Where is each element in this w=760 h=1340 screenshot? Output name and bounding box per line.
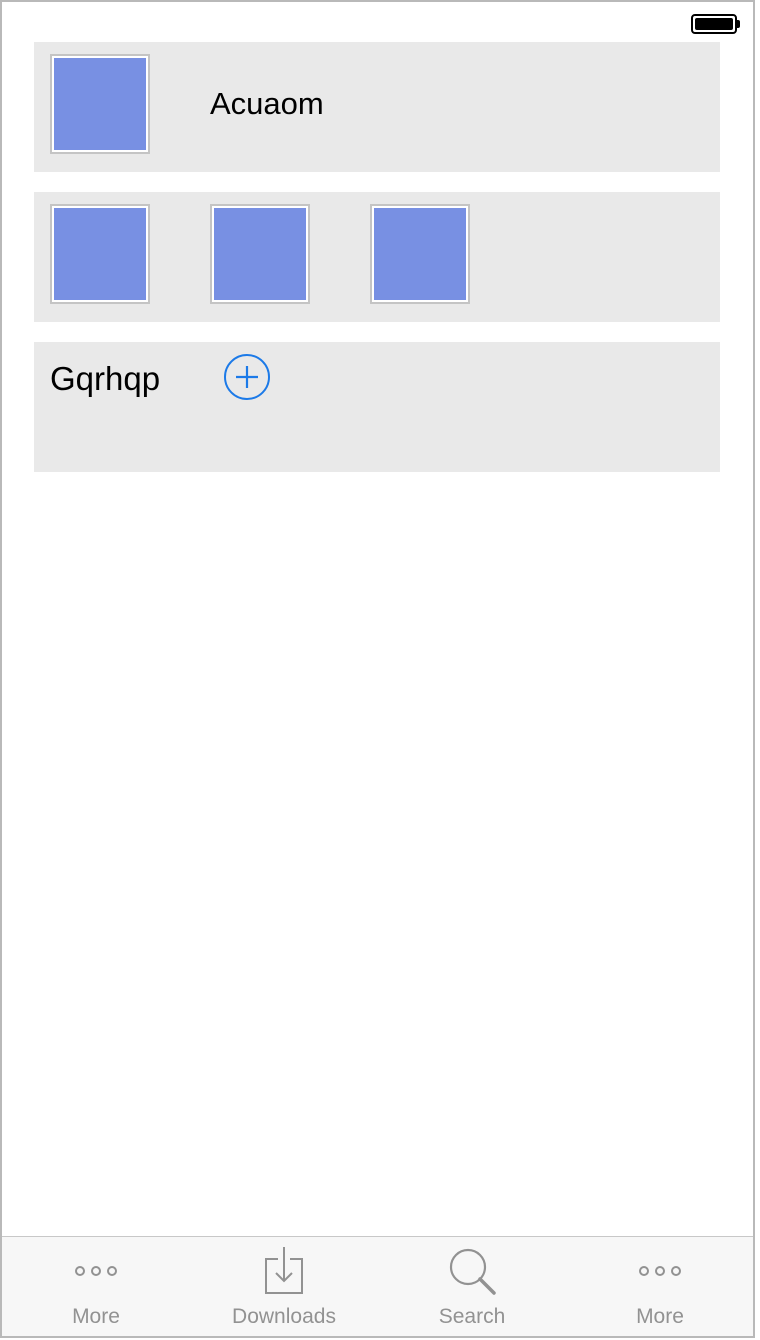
plus-circle-icon [236, 366, 258, 388]
tab-search[interactable]: Search [378, 1237, 566, 1336]
tab-label: Search [438, 1305, 506, 1328]
downloads-icon [254, 1245, 314, 1301]
tab-label: More [636, 1305, 684, 1328]
tab-label: More [72, 1305, 120, 1328]
thumbnail-image [54, 208, 146, 300]
tab-label: Downloads [232, 1305, 336, 1328]
gallery-thumbnail-2[interactable] [210, 204, 310, 304]
thumbnail-image [374, 208, 466, 300]
header-item-title: Acuaom [210, 86, 324, 121]
battery-icon [691, 14, 737, 34]
more-icon [66, 1245, 126, 1301]
header-item-card[interactable]: Acuaom [34, 42, 720, 172]
gallery-thumbnail-1[interactable] [50, 204, 150, 304]
device-frame: Acuaom Gqrhqp More Downloads Search More [0, 0, 755, 1338]
tab-more-2[interactable]: More [566, 1237, 753, 1336]
thumbnail-image [54, 58, 146, 150]
tab-more-1[interactable]: More [2, 1237, 190, 1336]
more-icon [630, 1245, 690, 1301]
section-card: Gqrhqp [34, 342, 720, 472]
header-item-thumbnail[interactable] [50, 54, 150, 154]
battery-fill [695, 18, 733, 30]
add-button[interactable] [224, 354, 270, 400]
battery-tip [737, 20, 740, 28]
search-icon [442, 1245, 502, 1301]
thumbnail-gallery [34, 192, 720, 322]
tab-bar: More Downloads Search More [2, 1236, 753, 1336]
gallery-thumbnail-3[interactable] [370, 204, 470, 304]
thumbnail-image [214, 208, 306, 300]
section-label: Gqrhqp [50, 360, 161, 397]
tab-downloads[interactable]: Downloads [190, 1237, 378, 1336]
status-bar [2, 2, 753, 42]
